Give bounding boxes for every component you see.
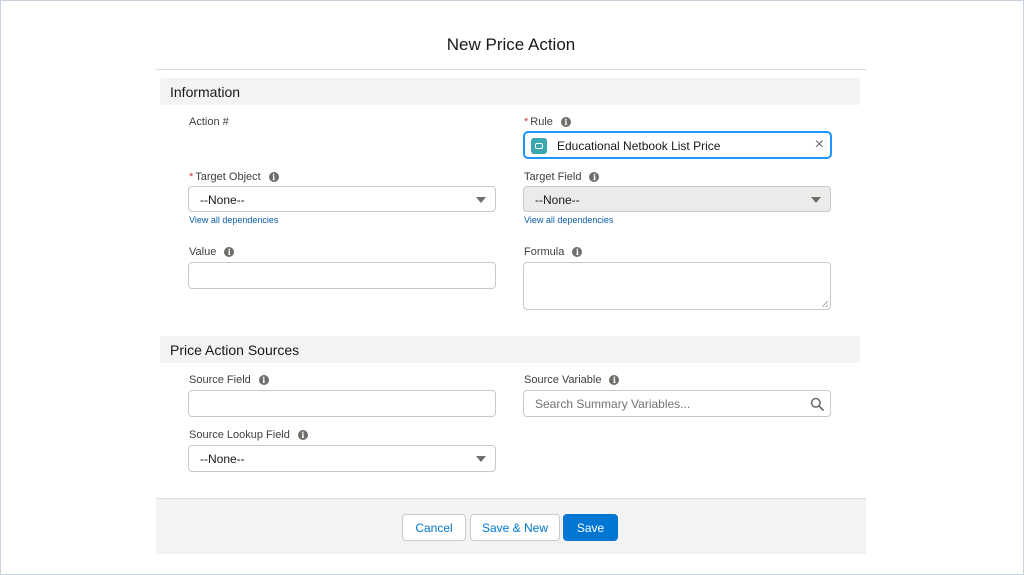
target-field-value: --None-- <box>535 193 580 207</box>
rule-label-text: Rule <box>530 116 553 128</box>
info-icon[interactable]: i <box>224 247 235 258</box>
source-variable-placeholder: Search Summary Variables... <box>535 397 691 411</box>
section-title-sources: Price Action Sources <box>170 342 300 358</box>
info-icon[interactable]: i <box>589 172 600 183</box>
chevron-down-icon <box>476 456 486 462</box>
section-information[interactable]: Information <box>160 78 860 105</box>
target-object-label: * Target Object i <box>189 171 279 183</box>
value-label-text: Value <box>189 246 217 258</box>
cancel-button[interactable]: Cancel <box>402 514 466 541</box>
search-icon[interactable] <box>810 397 824 411</box>
formula-textarea[interactable] <box>523 262 831 310</box>
source-lookup-field-value: --None-- <box>200 452 245 466</box>
rule-label: * Rule i <box>524 116 571 128</box>
info-icon[interactable]: i <box>258 375 269 386</box>
target-field-select[interactable]: --None-- <box>523 186 831 212</box>
target-field-dependencies-link[interactable]: View all dependencies <box>524 215 613 225</box>
modal-header: New Price Action <box>156 8 866 70</box>
resize-handle-icon[interactable] <box>822 301 828 307</box>
rule-value: Educational Netbook List Price <box>557 139 721 153</box>
save-button[interactable]: Save <box>563 514 618 541</box>
source-lookup-field-select[interactable]: --None-- <box>188 445 496 472</box>
formula-label-text: Formula <box>524 246 565 258</box>
required-marker: * <box>524 116 529 128</box>
required-marker: * <box>189 171 194 183</box>
section-price-action-sources[interactable]: Price Action Sources <box>160 336 860 363</box>
info-icon[interactable]: i <box>572 247 583 258</box>
rule-lookup[interactable]: Educational Netbook List Price × <box>524 132 831 158</box>
chevron-down-icon <box>476 197 486 203</box>
target-field-label: Target Field i <box>524 171 600 183</box>
source-field-input[interactable] <box>188 390 496 417</box>
source-field-label-text: Source Field <box>189 374 251 386</box>
pricing-rule-icon <box>531 138 547 154</box>
target-object-value: --None-- <box>200 193 245 207</box>
source-variable-label-text: Source Variable <box>524 374 602 386</box>
chevron-down-icon <box>811 197 821 203</box>
action-number-label: Action # <box>189 116 229 128</box>
target-object-label-text: Target Object <box>195 171 261 183</box>
info-icon[interactable]: i <box>560 117 571 128</box>
save-and-new-button[interactable]: Save & New <box>470 514 560 541</box>
info-icon[interactable]: i <box>268 172 279 183</box>
new-price-action-modal: New Price Action Information Action # * R… <box>156 8 866 554</box>
info-icon[interactable]: i <box>609 375 620 386</box>
source-lookup-field-label-text: Source Lookup Field <box>189 429 290 441</box>
action-number-label-text: Action # <box>189 116 229 128</box>
value-input[interactable] <box>188 262 496 289</box>
source-variable-label: Source Variable i <box>524 374 620 386</box>
source-lookup-field-label: Source Lookup Field i <box>189 429 308 441</box>
modal-title: New Price Action <box>446 35 576 54</box>
clear-icon[interactable]: × <box>815 136 824 154</box>
formula-label: Formula i <box>524 246 583 258</box>
info-icon[interactable]: i <box>297 430 308 441</box>
target-object-dependencies-link[interactable]: View all dependencies <box>189 215 278 225</box>
source-field-label: Source Field i <box>189 374 269 386</box>
target-object-select[interactable]: --None-- <box>188 186 496 212</box>
modal-footer: Cancel Save & New Save <box>156 498 866 554</box>
source-variable-search[interactable]: Search Summary Variables... <box>523 390 831 417</box>
target-field-label-text: Target Field <box>524 171 582 183</box>
value-label: Value i <box>189 246 235 258</box>
section-title-information: Information <box>170 84 241 100</box>
